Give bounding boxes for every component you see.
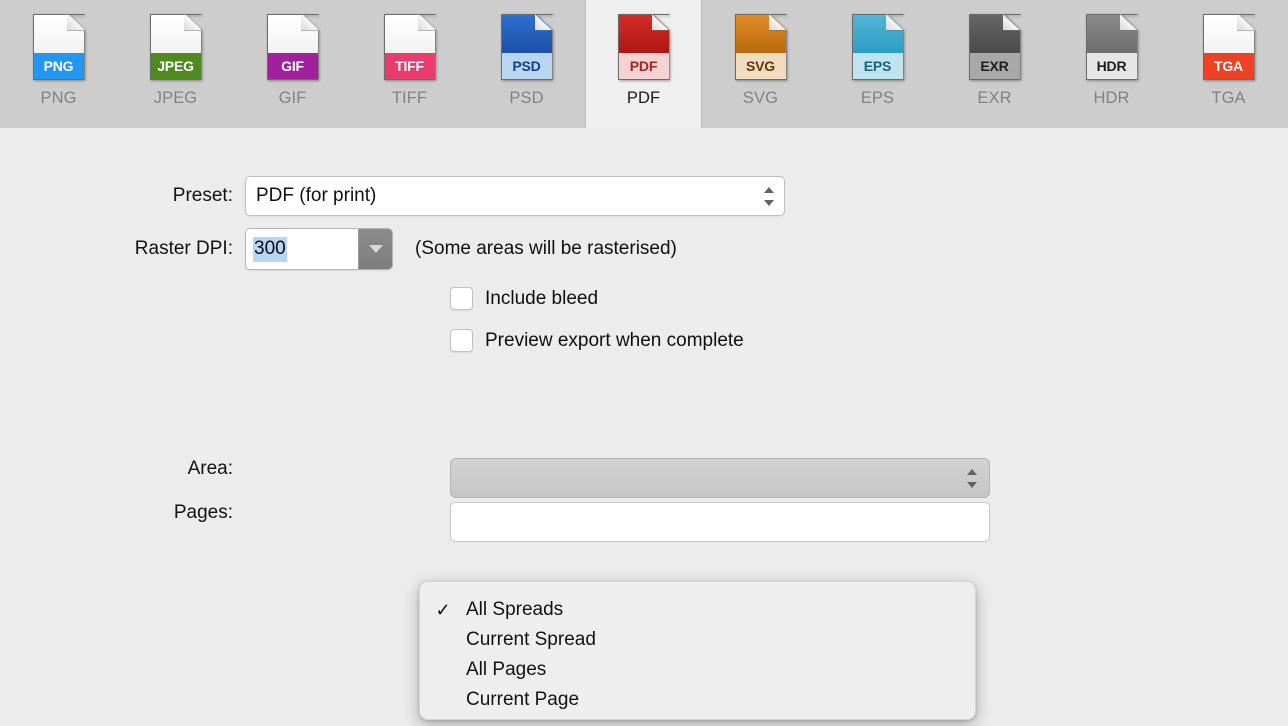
menu-item-all-spreads[interactable]: ✓ All Spreads [420, 595, 975, 625]
format-tab-label: PSD [509, 89, 544, 107]
gif-file-icon: GIF [266, 14, 319, 80]
raster-dpi-value: 300 [253, 236, 287, 262]
menu-item-label: All Pages [466, 659, 547, 680]
include-bleed-checkbox[interactable] [450, 287, 473, 310]
pdf-file-icon: PDF [617, 14, 670, 80]
format-tab-label: TGA [1211, 89, 1246, 107]
format-tab-label: EXR [977, 89, 1012, 107]
menu-item-label: Current Page [466, 689, 580, 710]
export-dialog: PNG PNG JPEG JPEG GIF GIF TIFF TIFF PSD PSD PDF PDF… [0, 0, 1288, 726]
chevron-updown-icon [965, 463, 979, 493]
format-tab-label: EPS [860, 89, 895, 107]
area-dropdown-menu[interactable]: ✓ All Spreads Current Spread All Pages C… [419, 581, 976, 720]
area-row: Area: [0, 458, 245, 480]
chevron-down-icon[interactable] [358, 229, 392, 269]
menu-item-label: Current Spread [466, 629, 596, 650]
format-tab-exr[interactable]: EXR EXR [936, 0, 1053, 128]
raster-dpi-row: Raster DPI: 300 (Some areas will be rast… [0, 228, 677, 270]
raster-dpi-note: (Some areas will be rasterised) [415, 238, 677, 259]
format-tab-svg[interactable]: SVG SVG [702, 0, 819, 128]
raster-dpi-input[interactable]: 300 [246, 229, 358, 269]
svg-file-icon: SVG [734, 14, 787, 80]
format-tab-label: HDR [1093, 89, 1130, 107]
menu-item-label: All Spreads [466, 599, 564, 620]
format-tab-label: PDF [626, 89, 661, 107]
eps-file-icon: EPS [851, 14, 904, 80]
preset-row: Preset: PDF (for print) [0, 176, 785, 216]
pages-label: Pages: [173, 502, 233, 523]
format-tab-jpeg[interactable]: JPEG JPEG [117, 0, 234, 128]
pages-input[interactable] [450, 502, 990, 542]
area-select[interactable] [450, 458, 990, 498]
menu-item-current-spread[interactable]: Current Spread [420, 625, 975, 655]
chevron-updown-icon [762, 181, 776, 211]
format-tab-bar: PNG PNG JPEG JPEG GIF GIF TIFF TIFF PSD PSD PDF PDF… [0, 0, 1288, 128]
tga-file-icon: TGA [1202, 14, 1255, 80]
preview-export-label: Preview export when complete [485, 329, 744, 351]
format-tab-psd[interactable]: PSD PSD [468, 0, 585, 128]
format-tab-label: PNG [40, 89, 77, 107]
dialog-content: Preset: PDF (for print) Raster DPI: 300 … [0, 128, 1288, 726]
exr-file-icon: EXR [968, 14, 1021, 80]
preset-select[interactable]: PDF (for print) [245, 176, 785, 216]
png-file-icon: PNG [32, 14, 85, 80]
preset-label: Preset: [172, 185, 233, 206]
check-icon: ✓ [435, 599, 451, 620]
menu-item-all-pages[interactable]: All Pages [420, 655, 975, 685]
include-bleed-label: Include bleed [485, 287, 599, 309]
hdr-file-icon: HDR [1085, 14, 1138, 80]
pages-row: Pages: [0, 502, 245, 524]
menu-item-current-page[interactable]: Current Page [420, 685, 975, 715]
include-bleed-row[interactable]: Include bleed [450, 287, 598, 310]
jpeg-file-icon: JPEG [149, 14, 202, 80]
raster-dpi-label: Raster DPI: [134, 238, 233, 259]
preview-export-row[interactable]: Preview export when complete [450, 329, 744, 352]
preview-export-checkbox[interactable] [450, 329, 473, 352]
format-tab-eps[interactable]: EPS EPS [819, 0, 936, 128]
format-tab-tga[interactable]: TGA TGA [1170, 0, 1287, 128]
psd-file-icon: PSD [500, 14, 553, 80]
format-tab-pdf[interactable]: PDF PDF [585, 0, 702, 128]
preset-value: PDF (for print) [256, 185, 377, 206]
format-tab-label: JPEG [153, 89, 198, 107]
format-tab-hdr[interactable]: HDR HDR [1053, 0, 1170, 128]
format-tab-label: TIFF [391, 89, 428, 107]
format-tab-gif[interactable]: GIF GIF [234, 0, 351, 128]
format-tab-label: SVG [742, 89, 779, 107]
raster-dpi-combo[interactable]: 300 [245, 228, 393, 270]
format-tab-label: GIF [278, 89, 307, 107]
area-label: Area: [187, 458, 233, 479]
format-tab-png[interactable]: PNG PNG [0, 0, 117, 128]
tiff-file-icon: TIFF [383, 14, 436, 80]
format-tab-tiff[interactable]: TIFF TIFF [351, 0, 468, 128]
